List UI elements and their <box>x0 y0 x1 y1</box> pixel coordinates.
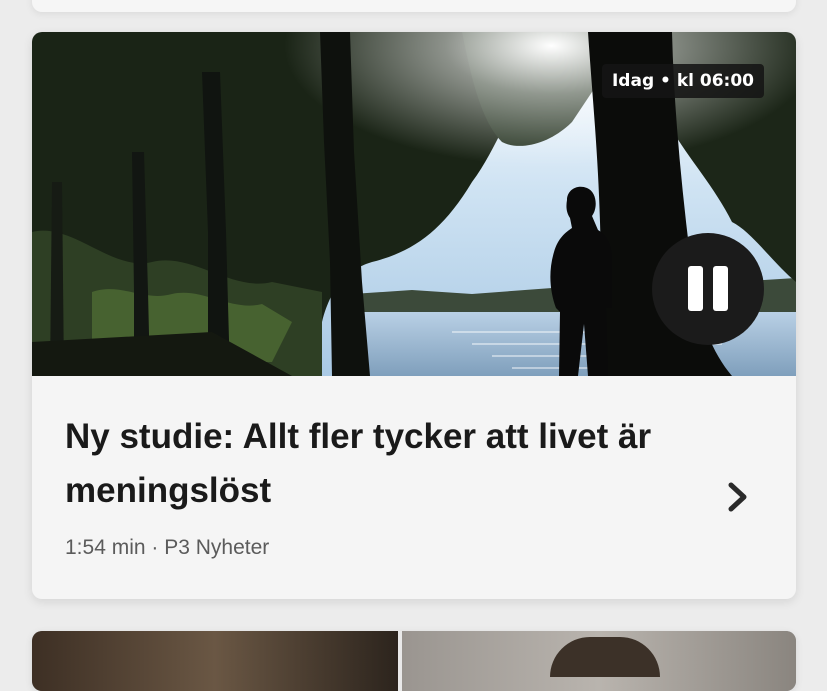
timestamp-badge: Idag • kl 06:00 <box>601 64 764 98</box>
chevron-right-icon[interactable] <box>726 480 752 514</box>
episode-meta: 1:54 min · P3 Nyheter <box>65 536 270 559</box>
next-card-person <box>550 637 660 677</box>
next-card-image-left <box>32 631 398 691</box>
pause-button[interactable] <box>652 233 764 345</box>
next-card-image-right <box>402 631 796 691</box>
previous-card[interactable] <box>32 0 796 12</box>
episode-card[interactable]: Idag • kl 06:00 Ny studie: Allt fler tyc… <box>32 32 796 599</box>
episode-image: Idag • kl 06:00 <box>32 32 796 376</box>
episode-title[interactable]: Ny studie: Allt fler tycker att livet är… <box>65 410 705 518</box>
next-episode-card[interactable] <box>32 631 796 691</box>
pause-icon-bar <box>713 266 728 311</box>
pause-icon <box>688 266 703 311</box>
